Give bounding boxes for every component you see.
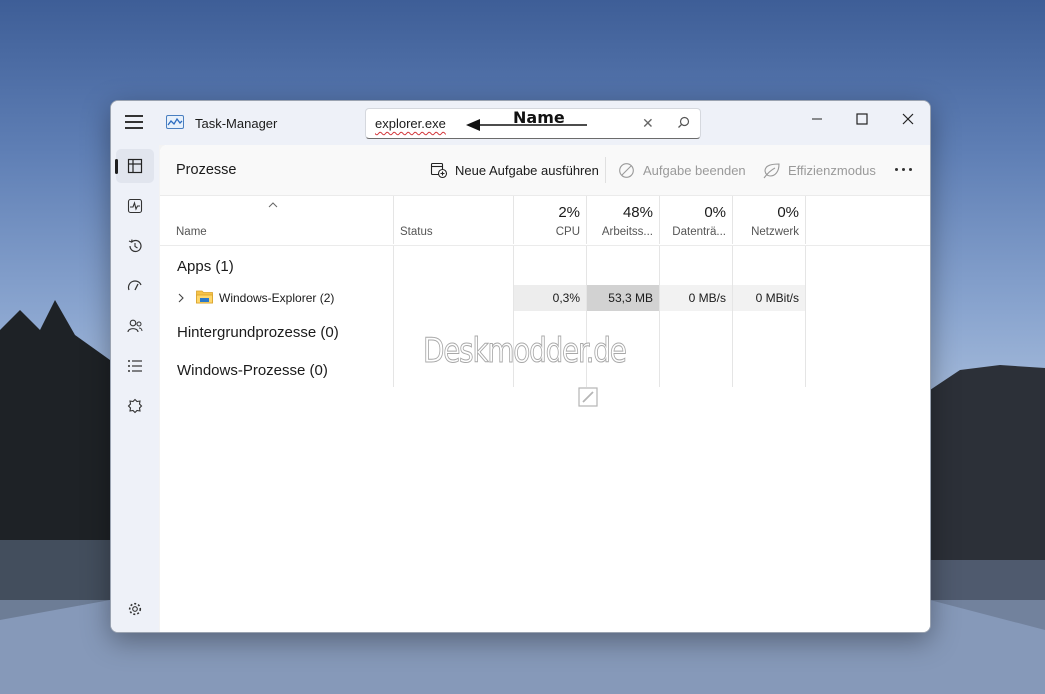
processes-page: Prozesse Neue Aufgabe ausführen Aufgabe … xyxy=(160,145,930,632)
column-cpu-label: CPU xyxy=(555,226,580,238)
services-icon xyxy=(127,398,143,414)
column-status-label: Status xyxy=(400,226,433,238)
hamburger-menu-icon[interactable] xyxy=(125,115,143,129)
column-header-name[interactable]: Name xyxy=(160,196,394,244)
details-icon xyxy=(128,360,142,372)
run-new-task-label: Neue Aufgabe ausführen xyxy=(455,162,599,178)
annotation-label: Name xyxy=(513,108,565,127)
maximize-icon xyxy=(856,113,868,125)
toolbar-divider xyxy=(605,157,606,183)
startup-apps-icon xyxy=(127,280,142,291)
column-divider xyxy=(732,246,733,387)
search-icon[interactable] xyxy=(677,116,690,129)
settings-icon xyxy=(128,602,142,616)
end-task-button[interactable]: Aufgabe beenden xyxy=(618,155,746,185)
more-options-icon[interactable] xyxy=(894,161,914,179)
network-total-percent: 0% xyxy=(777,204,799,221)
search-input[interactable]: explorer.exe xyxy=(375,116,446,131)
maximize-button[interactable] xyxy=(840,105,884,133)
processes-icon xyxy=(127,158,143,174)
column-header-network[interactable]: 0% Netzwerk xyxy=(733,196,806,244)
file-explorer-icon xyxy=(196,290,213,304)
nav-app-history[interactable] xyxy=(116,229,154,263)
cpu-total-percent: 2% xyxy=(558,204,580,221)
performance-icon xyxy=(127,198,143,214)
navigation-sidebar xyxy=(111,145,159,632)
efficiency-mode-label: Effizienzmodus xyxy=(788,162,876,178)
nav-startup-apps[interactable] xyxy=(116,269,154,303)
group-header-windows: Windows-Prozesse (0) xyxy=(177,362,328,379)
nav-settings[interactable] xyxy=(116,592,154,626)
close-icon xyxy=(902,113,914,125)
page-title: Prozesse xyxy=(176,162,237,178)
end-task-label: Aufgabe beenden xyxy=(643,162,746,178)
table-row[interactable]: Windows-Explorer (2) 0,3% 53,3 MB 0 MB/s… xyxy=(160,285,807,311)
task-manager-app-icon xyxy=(166,115,184,129)
process-network-cell: 0 MBit/s xyxy=(733,285,805,311)
nav-users[interactable] xyxy=(116,309,154,343)
memory-total-percent: 48% xyxy=(622,204,653,221)
task-manager-window: Task-Manager explorer.exe ✕ Name Prozess… xyxy=(110,100,931,633)
chevron-right-icon[interactable] xyxy=(178,293,184,303)
page-header: Prozesse Neue Aufgabe ausführen Aufgabe … xyxy=(160,145,930,196)
column-divider xyxy=(659,246,660,387)
column-divider xyxy=(805,246,806,387)
nav-performance[interactable] xyxy=(116,189,154,223)
leaf-icon xyxy=(763,162,780,178)
process-memory-cell: 53,3 MB xyxy=(587,285,659,311)
process-name: Windows-Explorer (2) xyxy=(219,291,335,305)
process-disk-cell: 0 MB/s xyxy=(660,285,732,311)
watermark: Deskmodder.de xyxy=(423,331,628,372)
column-divider xyxy=(393,246,394,387)
process-cpu-cell: 0,3% xyxy=(514,285,586,311)
close-button[interactable] xyxy=(886,105,930,133)
nav-details[interactable] xyxy=(116,349,154,383)
run-new-task-button[interactable]: Neue Aufgabe ausführen xyxy=(430,155,599,185)
users-icon xyxy=(127,319,143,333)
disk-total-percent: 0% xyxy=(704,204,726,221)
column-network-label: Netzwerk xyxy=(751,226,799,238)
minimize-button[interactable] xyxy=(795,105,839,133)
column-header-status[interactable]: Status xyxy=(394,196,514,244)
column-header-disk[interactable]: 0% Datenträ... xyxy=(660,196,733,244)
watermark-pencil-icon xyxy=(578,387,598,407)
column-header-cpu[interactable]: 2% CPU xyxy=(514,196,587,244)
group-header-background: Hintergrundprozesse (0) xyxy=(177,324,339,341)
app-history-icon xyxy=(128,239,142,253)
process-list: Apps (1) Windows-Explorer (2) 0,3% 53,3 … xyxy=(160,245,930,632)
title-bar: Task-Manager explorer.exe ✕ Name xyxy=(111,101,930,145)
end-task-icon xyxy=(619,162,634,178)
nav-services[interactable] xyxy=(116,389,154,423)
group-header-apps: Apps (1) xyxy=(177,258,234,275)
column-name-label: Name xyxy=(176,226,207,238)
column-header-memory[interactable]: 48% Arbeitss... xyxy=(587,196,660,244)
column-disk-label: Datenträ... xyxy=(672,226,726,238)
window-title: Task-Manager xyxy=(195,116,278,131)
sort-ascending-icon xyxy=(268,202,278,208)
efficiency-mode-button[interactable]: Effizienzmodus xyxy=(763,155,876,185)
minimize-icon xyxy=(812,118,822,120)
column-memory-label: Arbeitss... xyxy=(601,226,653,238)
new-task-icon xyxy=(430,162,448,179)
nav-processes[interactable] xyxy=(115,149,154,183)
clear-search-icon[interactable]: ✕ xyxy=(642,115,654,132)
